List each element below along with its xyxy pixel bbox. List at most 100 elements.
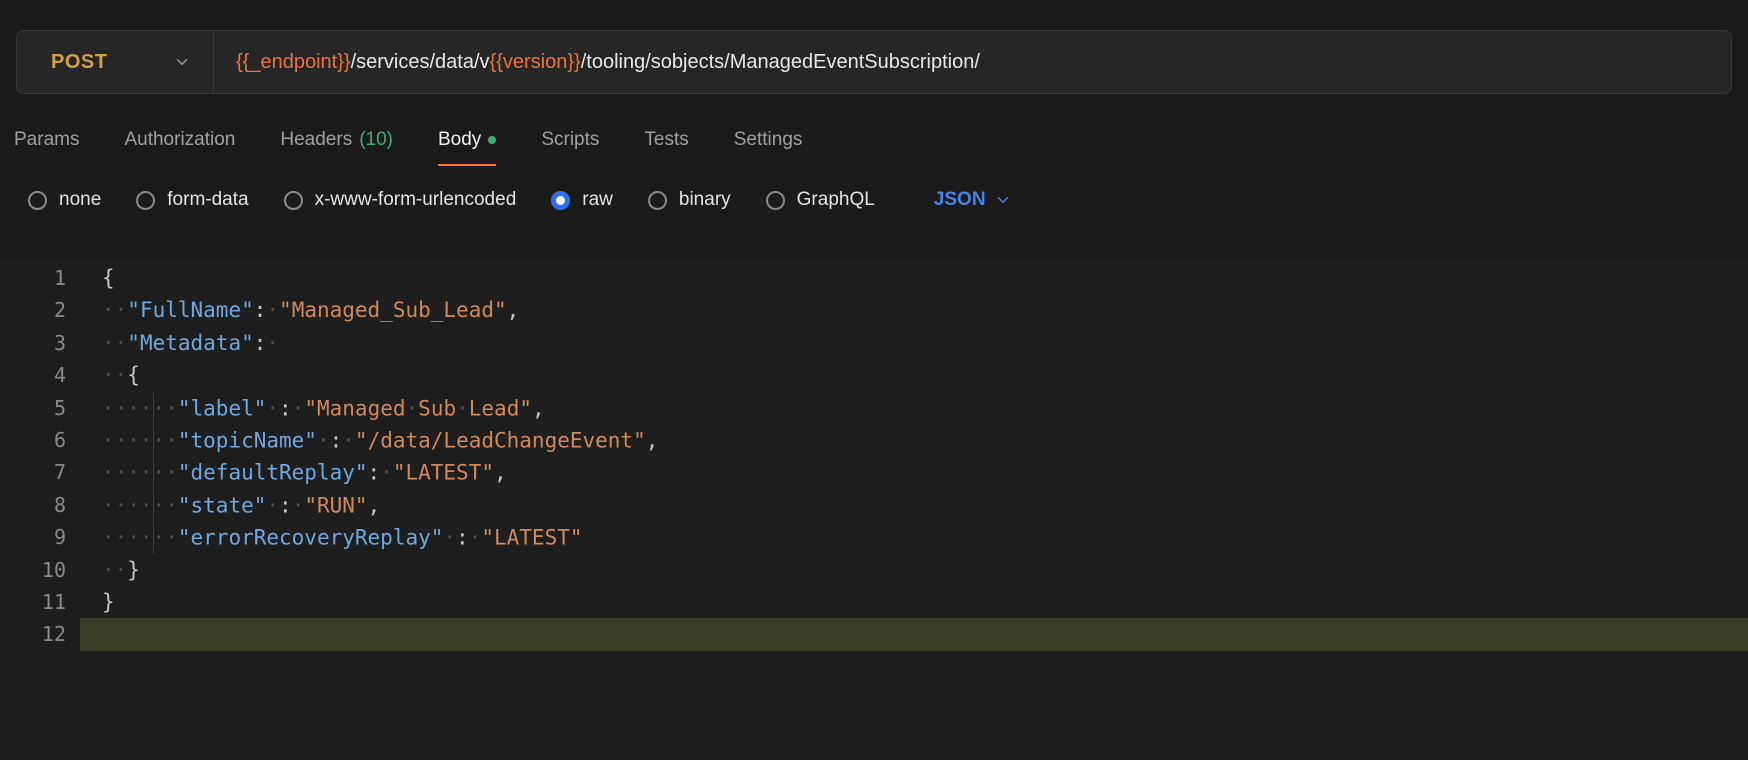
code-token: ···· [102,525,153,550]
code-token: ·· [102,557,128,582]
tab-headers[interactable]: Headers (10) [280,114,393,166]
code-line[interactable]: 11} [0,586,1748,618]
code-line[interactable]: 5 ······"label"·:·"Managed·Sub·Lead", [0,391,1748,425]
code-line[interactable]: 3 ··"Metadata":· [0,327,1748,359]
line-number: 7 [53,460,66,485]
code-token: · [468,525,482,550]
tab-scripts[interactable]: Scripts [541,114,599,166]
body-type-row: none form-data x-www-form-urlencoded raw bin… [28,178,1748,222]
url-text: /services/data/v [350,50,490,73]
code-token: } [127,557,140,582]
code-token: : [456,525,469,550]
language-label: JSON [933,189,986,210]
code-token: · [456,396,469,421]
radio-icon [283,190,303,210]
code-token: : [329,428,343,453]
radio-label: form-data [167,189,249,210]
tab-label: Authorization [124,129,236,150]
code-line[interactable]: 4 ··{ [0,359,1748,391]
line-number: 2 [53,298,66,323]
code-content[interactable]: ······"label"·:·"Managed·Sub·Lead", [80,391,1748,425]
line-number: 12 [41,622,66,647]
code-token: "state" [177,493,267,518]
code-token: , [645,428,659,453]
code-content[interactable]: ······"topicName"·:·"/data/LeadChangeEve… [80,423,1748,457]
tab-label: Params [14,129,80,150]
body-type-none[interactable]: none [28,189,101,211]
code-token: · [266,298,280,323]
tab-label: Headers [280,129,353,150]
body-type-x-www-form-urlencoded[interactable]: x-www-form-urlencoded [283,189,517,211]
line-number: 4 [53,363,66,388]
code-token: : [279,396,292,421]
body-type-raw[interactable]: raw [551,189,613,211]
code-token: · [266,330,280,355]
request-bar: POST {{_endpoint}}/services/data/v{{vers… [16,30,1732,94]
request-url[interactable]: {{_endpoint}}/services/data/v{{version}}… [214,51,1731,74]
code-line[interactable]: 7 ······"defaultReplay":·"LATEST", [0,456,1748,490]
tab-count: (10) [359,129,393,150]
line-number: 11 [41,589,66,614]
code-token: · [291,396,305,421]
tab-label: Scripts [541,129,600,150]
code-token: , [367,493,381,518]
code-token: , [531,396,545,421]
code-token: "Managed_Sub_Lead" [279,298,507,323]
line-number: 1 [53,266,66,290]
code-content[interactable]: ··"Metadata":· [80,327,1748,359]
code-content[interactable]: ······"state"·:·"RUN", [80,488,1748,522]
code-token: · [443,525,457,550]
body-type-binary[interactable]: binary [647,189,731,211]
chevron-down-icon [997,197,1008,203]
tab-body[interactable]: Body [438,114,497,166]
code-token: ·· [102,298,128,323]
language-select[interactable]: JSON [934,189,1012,211]
code-content[interactable]: ······"errorRecoveryReplay"·:·"LATEST" [80,521,1748,555]
radio-icon [551,190,571,210]
code-token: "Metadata" [127,330,254,355]
radio-icon [28,190,47,210]
code-content[interactable]: ··{ [80,359,1748,391]
body-type-options: none form-data x-www-form-urlencoded raw bin… [28,189,875,211]
code-line[interactable]: 1{ [0,262,1748,294]
code-token: "errorRecoveryReplay" [177,525,444,550]
url-text: /tooling/sobjects/ManagedEventSubscripti… [580,50,980,73]
chevron-down-icon [176,59,188,65]
code-line[interactable]: 2 ··"FullName":·"Managed_Sub_Lead", [0,294,1748,326]
code-token: ·· [102,363,128,388]
body-type-form-data[interactable]: form-data [136,189,249,211]
code-line[interactable]: 8 ······"state"·:·"RUN", [0,488,1748,522]
modified-dot-icon [488,136,497,144]
tab-settings[interactable]: Settings [734,114,803,166]
code-content[interactable]: { [80,262,1748,294]
code-line[interactable]: 6 ······"topicName"·:·"/data/LeadChangeEv… [0,423,1748,457]
code-content[interactable]: ··} [80,554,1748,586]
code-line[interactable]: 9 ······"errorRecoveryReplay"·:·"LATEST" [0,521,1748,555]
code-token: ·· [152,460,178,485]
code-token: · [266,396,280,421]
code-line[interactable]: 10 ··} [0,554,1748,586]
code-token: "LATEST" [392,460,494,485]
code-content[interactable]: ······"defaultReplay":·"LATEST", [80,456,1748,490]
tab-authorization[interactable]: Authorization [124,114,235,166]
line-number: 3 [53,330,66,355]
code-content[interactable]: } [80,586,1748,618]
tab-label: Tests [644,129,689,150]
radio-label: none [59,189,102,210]
line-number: 6 [53,427,66,452]
body-type-graphql[interactable]: GraphQL [765,189,875,211]
code-token: · [291,493,305,518]
method-select[interactable]: POST [17,31,213,93]
code-line[interactable]: 12 [0,618,1748,651]
tab-label: Settings [733,129,803,150]
code-token: · [342,428,355,453]
code-token: · [405,396,419,421]
tab-tests[interactable]: Tests [644,114,688,166]
radio-label: raw [582,189,613,210]
radio-label: x-www-form-urlencoded [314,189,517,210]
tab-params[interactable]: Params [14,114,79,166]
code-content[interactable]: ··"FullName":·"Managed_Sub_Lead", [80,294,1748,326]
body-editor[interactable]: 1{2 ··"FullName":·"Managed_Sub_Lead", 3 ··"… [0,258,1748,760]
code-token: , [506,298,520,323]
code-content[interactable] [80,618,1748,651]
